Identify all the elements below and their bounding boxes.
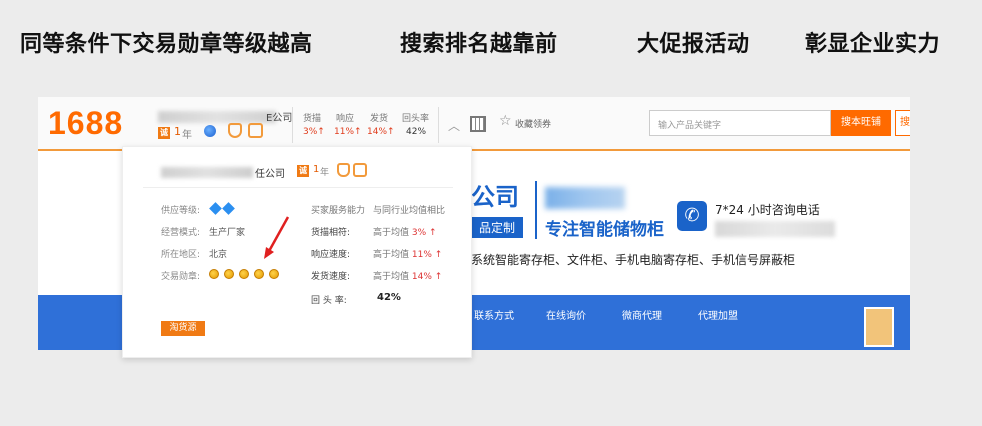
nav-wechat-agent[interactable]: 微商代理 (622, 307, 662, 322)
supplier-info-popup: 任公司 诚 1 年 供应等级: 经营模式: 生产厂家 所在地区: 北京 交易勋章… (122, 146, 472, 358)
headline-part-2: 搜索排名越靠前 (400, 32, 558, 57)
integrity-year-icon: 诚 (297, 165, 309, 177)
member-years: 1 (174, 125, 181, 138)
search-site-button[interactable]: 搜 (895, 110, 910, 136)
metric-desc-value: 3%↑ (303, 127, 325, 137)
service-capability-header: 买家服务能力 (311, 206, 366, 216)
business-model-label: 经营模式: (161, 228, 201, 238)
integrity-year-icon: 诚 (158, 127, 170, 139)
chevron-up-icon[interactable]: ︿ (448, 117, 460, 134)
trade-medal-label: 交易勋章: (161, 272, 201, 282)
metric-shipping-value: 14%↑ (367, 127, 395, 137)
banner-slogan: 专注智能储物柜 (545, 220, 664, 240)
return-rate-label: 回 头 率: (311, 296, 347, 306)
favorite-coupon-link[interactable]: 收藏领券 (515, 117, 551, 130)
banner-blurred-text (545, 187, 625, 209)
member-years-unit: 年 (182, 130, 192, 141)
banner-divider (535, 181, 537, 239)
company-name-blurred (158, 111, 276, 123)
shield-icon (337, 163, 350, 177)
medal-icon (209, 269, 219, 279)
annotation-arrow-icon (264, 216, 290, 259)
nav-contact[interactable]: 联系方式 (474, 307, 514, 322)
business-model-value: 生产厂家 (209, 228, 246, 238)
medal-icon (269, 269, 279, 279)
popup-member-years-unit: 年 (320, 168, 330, 178)
location-value: 北京 (209, 250, 228, 260)
response-speed-label: 响应速度: (311, 250, 351, 260)
shield-icon (228, 123, 242, 138)
metric-response-value: 11%↑ (334, 127, 362, 137)
qr-code-icon[interactable] (470, 116, 486, 132)
headline-part-3: 大促报活动 (637, 32, 750, 57)
certified-badge-icon (353, 163, 367, 177)
diamond-icon (222, 202, 235, 215)
store-header: 1688 E公司 诚 1 年 货描 3%↑ 响应 11%↑ 发货 14%↑ 回头… (38, 97, 910, 151)
nav-inquiry[interactable]: 在线询价 (546, 307, 586, 322)
find-source-button[interactable]: 淘货源 (161, 321, 205, 336)
desc-match-stat: 高于均值 3% ↑ (373, 228, 437, 238)
phone-icon: ✆ (677, 201, 707, 231)
headline-part-1: 同等条件下交易勋章等级越高 (20, 32, 313, 57)
metric-desc-label: 货描 (303, 114, 322, 124)
divider (143, 187, 453, 188)
nav-franchise[interactable]: 代理加盟 (698, 307, 738, 322)
location-label: 所在地区: (161, 250, 201, 260)
banner-blurred-phone (715, 221, 835, 237)
metric-shipping-label: 发货 (370, 114, 389, 124)
medal-icon (224, 269, 234, 279)
side-widget-icon[interactable] (864, 307, 894, 347)
search-input[interactable]: 输入产品关键字 (649, 110, 831, 136)
banner-brand-title: 公司 (471, 183, 519, 211)
site-logo[interactable]: 1688 (48, 105, 123, 142)
store-banner: 公司 品定制 专注智能储物柜 ✆ 7*24 小时咨询电话 系统智能寄存柜、文件柜… (471, 151, 861, 301)
metric-return-value: 42% (406, 127, 427, 137)
response-speed-stat: 高于均值 11% ↑ (373, 250, 443, 260)
certified-badge-icon (248, 123, 263, 138)
globe-icon (204, 125, 216, 137)
popup-company-suffix[interactable]: 任公司 (255, 165, 285, 180)
industry-compare-header: 与同行业均值相比 (373, 206, 446, 216)
metric-response-label: 响应 (336, 114, 355, 124)
shipping-speed-stat: 高于均值 14% ↑ (373, 272, 443, 282)
divider (292, 107, 293, 143)
medal-icon (239, 269, 249, 279)
divider (438, 107, 439, 143)
diamond-icon (209, 202, 222, 215)
star-icon[interactable]: ☆ (499, 113, 512, 129)
headline: 同等条件下交易勋章等级越高 搜索排名越靠前 大促报活动 彰显企业实力 (0, 26, 982, 60)
company-name-blurred (161, 167, 253, 178)
medal-icon (254, 269, 264, 279)
desc-match-label: 货描相符: (311, 228, 351, 238)
headline-part-4: 彰显企业实力 (805, 32, 941, 57)
banner-products: 系统智能寄存柜、文件柜、手机电脑寄存柜、手机信号屏蔽柜 (471, 253, 796, 267)
banner-brand-tag: 品定制 (471, 217, 524, 238)
popup-member-years: 1 (313, 164, 320, 175)
shipping-speed-label: 发货速度: (311, 272, 351, 282)
metric-return-label: 回头率 (402, 114, 430, 124)
supply-level-label: 供应等级: (161, 206, 201, 216)
company-name-suffix[interactable]: E公司 (266, 109, 292, 124)
search-placeholder: 输入产品关键字 (658, 121, 722, 131)
search-store-button[interactable]: 搜本旺铺 (831, 110, 891, 136)
return-rate-value: 42% (377, 292, 401, 303)
banner-hotline: 7*24 小时咨询电话 (715, 203, 820, 217)
